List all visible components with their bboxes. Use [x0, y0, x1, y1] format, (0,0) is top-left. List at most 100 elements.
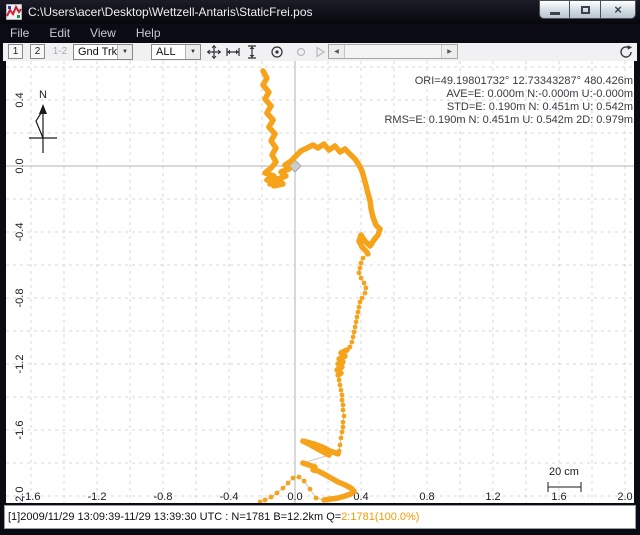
- center-origin-icon: [269, 44, 285, 60]
- track-point: [357, 271, 362, 276]
- track-dense-segment: [337, 350, 347, 375]
- chevron-down-icon: ▼: [185, 45, 200, 59]
- track-connector-line: [260, 71, 380, 502]
- compass-needle: [36, 110, 43, 138]
- x-tick-label: 0.0: [287, 491, 302, 503]
- scrollbar-track[interactable]: [345, 45, 441, 58]
- x-tick-label: -0.4: [220, 491, 239, 503]
- plot-type-select[interactable]: Gnd Trk ▼: [73, 44, 133, 60]
- rtkplot-window: C:\Users\acer\Desktop\Wettzell-Antaris\S…: [0, 0, 640, 535]
- app-icon: [6, 4, 22, 20]
- close-icon: ×: [614, 3, 622, 16]
- maximize-button[interactable]: [570, 0, 601, 19]
- track-point: [358, 300, 363, 305]
- window-title: C:\Users\acer\Desktop\Wettzell-Antaris\S…: [28, 5, 313, 19]
- track-point: [341, 420, 346, 425]
- track-point: [339, 436, 344, 441]
- fix-center-icon: [293, 44, 309, 60]
- track-point: [263, 498, 268, 503]
- track-point: [337, 378, 342, 383]
- x-tick-label: 2.0: [617, 491, 632, 503]
- menu-edit[interactable]: Edit: [39, 24, 80, 43]
- track-point: [361, 256, 366, 261]
- stats-line: STD=E: 0.190m N: 0.451m U: 0.542m: [447, 101, 633, 113]
- ground-track-plot: -1.6-1.2-0.8-0.40.00.40.81.21.62.00.40.0…: [6, 61, 634, 503]
- track-point: [258, 500, 263, 504]
- track-point: [302, 479, 307, 484]
- solution-2-button[interactable]: 2: [30, 44, 45, 59]
- menu-help[interactable]: Help: [126, 24, 171, 43]
- window-controls: ×: [539, 0, 636, 19]
- track-point: [340, 393, 345, 398]
- animate-button[interactable]: [311, 44, 328, 60]
- track-point: [356, 310, 361, 315]
- obs-filter-select[interactable]: ALL ▼: [151, 44, 201, 60]
- track-dense-segment: [303, 441, 338, 455]
- track-point: [314, 496, 319, 501]
- center-origin-button[interactable]: [268, 44, 285, 60]
- plot-area[interactable]: -1.6-1.2-0.8-0.40.00.40.81.21.62.00.40.0…: [6, 61, 634, 503]
- solution-12-button[interactable]: 1-2: [50, 44, 70, 59]
- status-text: [1]2009/11/29 13:09:39-11/29 13:39:30 UT…: [8, 511, 341, 523]
- track-point: [281, 486, 286, 491]
- fit-horizontal-button[interactable]: [224, 44, 241, 60]
- track-point: [286, 481, 291, 486]
- y-tick-label: -0.4: [14, 223, 26, 242]
- close-button[interactable]: ×: [601, 0, 636, 19]
- scrollbar-left-arrow[interactable]: ◀: [329, 45, 345, 58]
- minimize-button[interactable]: [539, 0, 570, 19]
- compass-arrowhead: [39, 104, 47, 114]
- track-point: [359, 276, 364, 281]
- toolbar: 1 2 1-2 Gnd Trk ▼ ALL ▼: [3, 43, 637, 61]
- track-point: [353, 325, 358, 330]
- y-tick-label: -2.0: [14, 487, 26, 503]
- status-quality: 2:1781(100.0%): [341, 511, 419, 523]
- stats-line: RMS=E: 0.190m N: 0.451m U: 0.542m 2D: 0.…: [384, 114, 633, 126]
- menu-file[interactable]: File: [0, 24, 39, 43]
- maximize-icon: [581, 6, 590, 14]
- y-tick-label: -0.8: [14, 289, 26, 308]
- chevron-down-icon: ▼: [117, 45, 132, 59]
- track-point: [340, 398, 345, 403]
- track-point: [362, 281, 367, 286]
- obs-filter-value: ALL: [152, 46, 185, 58]
- menu-view[interactable]: View: [80, 24, 126, 43]
- stats-line: AVE=E: 0.000m N:-0.000m U:-0.000m: [446, 88, 633, 100]
- fit-vertical-button[interactable]: [243, 44, 260, 60]
- track-point: [339, 388, 344, 393]
- track-point: [350, 340, 355, 345]
- north-label: N: [39, 89, 47, 101]
- x-tick-label: 0.8: [419, 491, 434, 503]
- track-point: [341, 403, 346, 408]
- fix-center-button[interactable]: [292, 44, 309, 60]
- fit-button[interactable]: [205, 44, 222, 60]
- track-point: [354, 320, 359, 325]
- plot-type-value: Gnd Trk: [74, 46, 117, 58]
- solution-1-button[interactable]: 1: [8, 44, 23, 59]
- fit-horizontal-icon: [225, 44, 241, 60]
- track-point: [357, 305, 362, 310]
- time-scrollbar[interactable]: ◀ ▶: [328, 44, 458, 59]
- y-tick-label: -1.6: [14, 421, 26, 440]
- x-tick-label: -1.2: [88, 491, 107, 503]
- reload-icon: [618, 44, 634, 60]
- menubar: File Edit View Help: [0, 24, 640, 43]
- track-point: [308, 487, 313, 492]
- track-point: [341, 408, 346, 413]
- scale-bar-label: 20 cm: [549, 466, 579, 478]
- track-point: [363, 291, 368, 296]
- track-point: [275, 491, 280, 496]
- track-point: [341, 425, 346, 430]
- track-point: [352, 330, 357, 335]
- track-point: [291, 476, 296, 481]
- fit-vertical-icon: [244, 44, 260, 60]
- x-tick-label: 1.6: [551, 491, 566, 503]
- fit-icon: [206, 44, 222, 60]
- scrollbar-right-arrow[interactable]: ▶: [441, 45, 457, 58]
- track-point: [342, 414, 347, 419]
- x-tick-label: 1.2: [485, 491, 500, 503]
- x-tick-label: -0.8: [154, 491, 173, 503]
- track-point: [364, 286, 369, 291]
- reload-button[interactable]: [617, 44, 634, 60]
- y-tick-label: -1.2: [14, 355, 26, 374]
